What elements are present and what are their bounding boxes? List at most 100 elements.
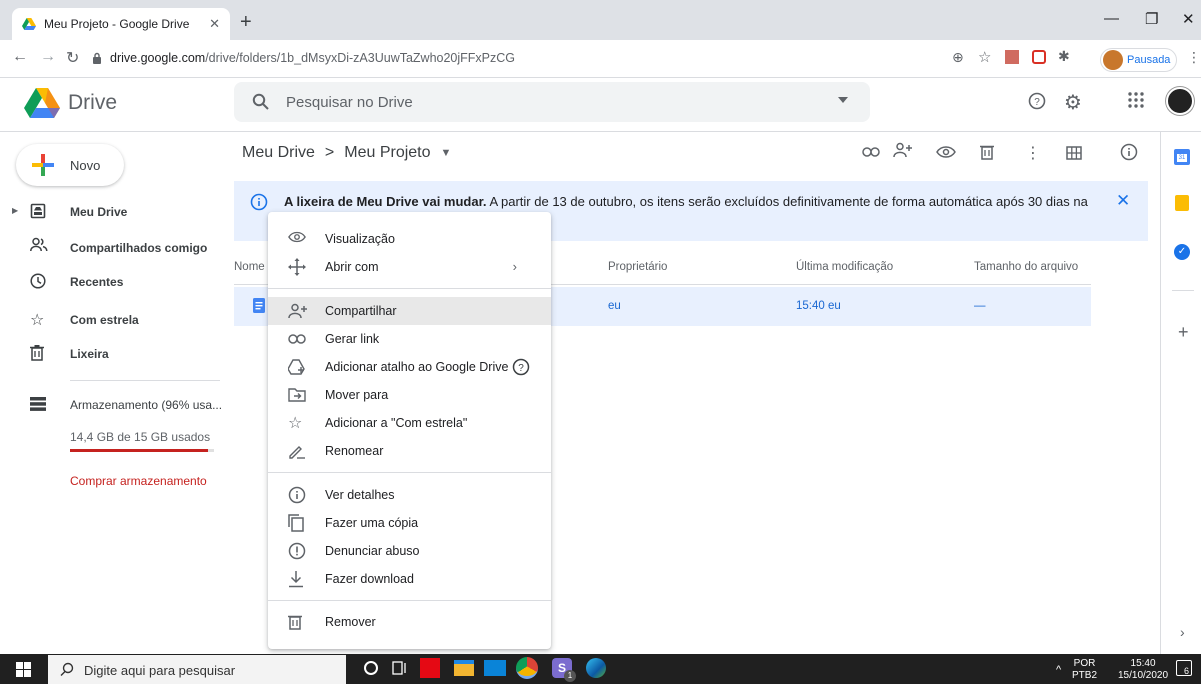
help-icon[interactable]: ? [512,358,530,376]
more-actions-icon[interactable]: ⋮ [1025,143,1041,163]
breadcrumb-my-drive[interactable]: Meu Drive [242,144,315,162]
keep-icon[interactable] [1175,195,1189,211]
info-icon[interactable] [1120,143,1138,161]
calendar-icon[interactable]: 31 [1174,149,1190,165]
menu-divider [268,288,551,289]
restore-icon[interactable]: ❐ [1145,10,1158,28]
avatar [1103,50,1123,70]
reload-icon[interactable]: ↻ [66,48,79,68]
breadcrumb-current-folder[interactable]: Meu Projeto [344,144,430,162]
menu-item-details[interactable]: Ver detalhes [268,481,551,509]
column-modified[interactable]: Última modificação [796,261,893,273]
taskbar-search-input[interactable]: Digite aqui para pesquisar [48,655,346,684]
new-tab-button[interactable]: + [240,12,252,32]
profile-button[interactable]: Pausada [1100,48,1178,72]
star-icon: ☆ [288,415,303,432]
column-name[interactable]: Nome [234,261,265,273]
search-placeholder: Pesquisar no Drive [286,94,413,111]
forward-icon[interactable]: → [40,48,56,66]
search-icon [60,662,74,676]
new-button[interactable]: Novo [16,144,124,186]
buy-storage-link[interactable]: Comprar armazenamento [70,474,207,488]
docs-file-icon [253,298,265,313]
rail-divider [1172,290,1194,291]
menu-item-share[interactable]: Compartilhar [268,297,551,325]
folder-dropdown-icon[interactable]: ▼ [441,144,452,162]
column-owner[interactable]: Proprietário [608,261,667,273]
share-icon [288,303,308,319]
banner-close-icon[interactable]: ✕ [1116,191,1130,211]
back-icon[interactable]: ← [12,48,28,66]
bookmark-star-icon[interactable]: ☆ [978,48,991,66]
menu-item-rename[interactable]: Renomear [268,437,551,465]
search-input[interactable]: Pesquisar no Drive [234,82,870,122]
menu-item-add-shortcut[interactable]: Adicionar atalho ao Google Drive ? [268,353,551,381]
expand-arrow-icon[interactable]: ▶ [12,206,18,215]
storage-progress-fill [70,449,209,452]
task-view-icon[interactable] [392,661,408,675]
drive-logo-icon[interactable] [24,88,60,118]
address-bar[interactable]: drive.google.com/drive/folders/1b_dMsyxD… [110,51,515,65]
menu-item-report-abuse[interactable]: Denunciar abuso [268,537,551,565]
lock-icon [92,52,102,64]
minimize-icon[interactable]: — [1104,10,1119,27]
sidebar-item-trash[interactable]: Lixeira [0,338,230,370]
get-link-icon[interactable] [862,147,880,157]
extensions-puzzle-icon[interactable]: ✱ [1058,48,1070,65]
storage-label[interactable]: Armazenamento (96% usa... [70,398,222,412]
sidebar-item-shared[interactable]: Compartilhados comigo [0,232,230,264]
clock[interactable]: 15:40 15/10/2020 [1118,658,1168,682]
chrome-icon[interactable] [516,657,538,679]
trash-icon [288,614,302,630]
add-addon-icon[interactable]: + [1178,322,1189,343]
browser-menu-icon[interactable]: ⋮ [1187,49,1201,66]
account-avatar[interactable] [1166,87,1194,115]
windows-start-icon[interactable] [16,662,31,677]
context-menu: Visualização Abrir com › Compartilhar Ge… [268,212,551,649]
extension-pocket-icon[interactable] [1032,50,1046,64]
share-icon[interactable] [893,142,913,158]
report-icon [288,542,306,560]
menu-item-remove[interactable]: Remover [268,608,551,636]
menu-item-add-star[interactable]: ☆ Adicionar a "Com estrela" [268,409,551,437]
row-modified: 15:40 eu [796,300,841,312]
menu-item-download[interactable]: Fazer download [268,565,551,593]
menu-item-open-with[interactable]: Abrir com › [268,253,551,281]
sidebar-item-my-drive[interactable]: ▶ Meu Drive [0,196,230,228]
menu-item-make-copy[interactable]: Fazer uma cópia [268,509,551,537]
install-icon[interactable]: ⊕ [952,49,964,66]
sidebar-item-starred[interactable]: ☆ Com estrela [0,304,230,336]
cortana-icon[interactable] [364,661,378,675]
menu-item-move-to[interactable]: Mover para [268,381,551,409]
mail-icon[interactable] [484,660,506,676]
row-size: — [974,300,986,312]
preview-eye-icon[interactable] [936,146,956,158]
svg-text:?: ? [1034,97,1040,108]
settings-gear-icon[interactable]: ⚙ [1064,90,1082,115]
browser-tab[interactable]: Meu Projeto - Google Drive ✕ [12,8,230,40]
download-icon [288,570,304,588]
netflix-app-icon[interactable] [420,658,440,678]
grid-view-icon[interactable] [1066,146,1082,160]
extension-pdf-icon[interactable] [1005,50,1019,64]
delete-icon[interactable] [980,144,994,160]
search-options-icon[interactable] [838,97,848,103]
language-indicator[interactable]: POR PTB2 [1072,658,1097,682]
column-size[interactable]: Tamanho do arquivo [974,261,1078,273]
sidebar-item-recent[interactable]: Recentes [0,266,230,298]
tray-expand-icon[interactable]: ^ [1056,664,1061,676]
file-explorer-icon[interactable] [454,660,474,676]
menu-item-preview[interactable]: Visualização [268,225,551,253]
help-icon[interactable]: ? [1028,92,1046,110]
search-icon[interactable] [252,93,269,110]
preview-eye-icon [288,231,306,243]
expand-panel-icon[interactable]: › [1180,624,1185,640]
close-tab-icon[interactable]: ✕ [209,16,220,32]
action-center-icon[interactable]: 6 [1176,660,1192,676]
apps-grid-icon[interactable] [1128,92,1144,108]
storage-icon [30,397,46,411]
menu-item-get-link[interactable]: Gerar link [268,325,551,353]
edge-icon[interactable] [586,658,606,678]
close-window-icon[interactable]: ✕ [1182,10,1195,28]
tasks-icon[interactable]: ✓ [1174,244,1190,260]
